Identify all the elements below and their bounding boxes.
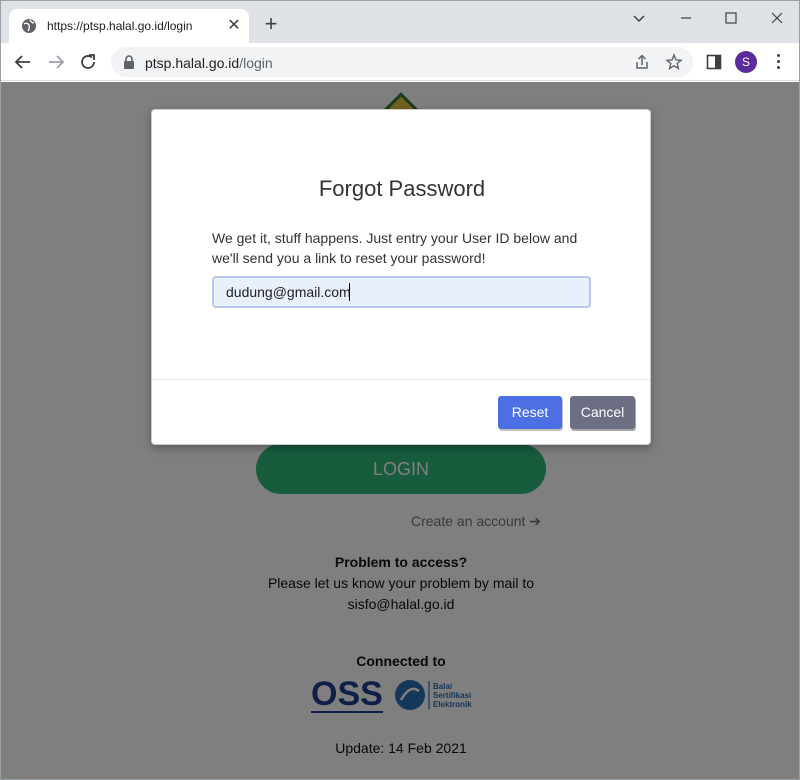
profile-avatar[interactable]: S xyxy=(735,51,757,73)
tab-close-icon[interactable]: ✕ xyxy=(225,17,243,35)
globe-icon xyxy=(22,19,36,33)
side-panel-icon[interactable] xyxy=(705,53,723,71)
tab-title: https://ptsp.halal.go.id/login xyxy=(47,19,193,33)
close-window-icon[interactable] xyxy=(766,7,788,29)
back-arrow-icon[interactable] xyxy=(12,51,34,73)
reset-button[interactable]: Reset xyxy=(498,396,562,429)
modal-title: Forgot Password xyxy=(318,176,486,201)
modal-description: We get it, stuff happens. Just entry you… xyxy=(212,230,578,266)
url-text: ptsp.halal.go.id/login xyxy=(145,55,273,71)
forward-arrow-icon[interactable] xyxy=(45,51,67,73)
browser-tab[interactable]: https://ptsp.halal.go.id/login ✕ xyxy=(9,9,249,43)
user-id-input[interactable] xyxy=(212,276,591,308)
modal-footer-divider xyxy=(152,379,650,380)
forgot-password-modal: Forgot Password We get it, stuff happens… xyxy=(151,109,651,445)
minimize-icon[interactable] xyxy=(675,7,697,29)
maximize-icon[interactable] xyxy=(720,7,742,29)
browser-window: https://ptsp.halal.go.id/login ✕ + ptsp.… xyxy=(0,0,800,780)
more-menu-icon[interactable] xyxy=(771,51,785,73)
chevron-down-icon[interactable] xyxy=(628,7,650,29)
browser-toolbar: ptsp.halal.go.id/login S xyxy=(1,43,799,81)
new-tab-icon[interactable]: + xyxy=(259,13,283,37)
star-icon[interactable] xyxy=(665,53,683,71)
address-bar[interactable]: ptsp.halal.go.id/login xyxy=(111,47,693,77)
share-icon[interactable] xyxy=(633,53,651,71)
tab-strip: https://ptsp.halal.go.id/login ✕ + xyxy=(1,1,799,43)
lock-icon[interactable] xyxy=(123,55,135,69)
text-caret xyxy=(349,283,350,301)
cancel-button[interactable]: Cancel xyxy=(570,396,635,429)
reload-icon[interactable] xyxy=(77,51,99,73)
